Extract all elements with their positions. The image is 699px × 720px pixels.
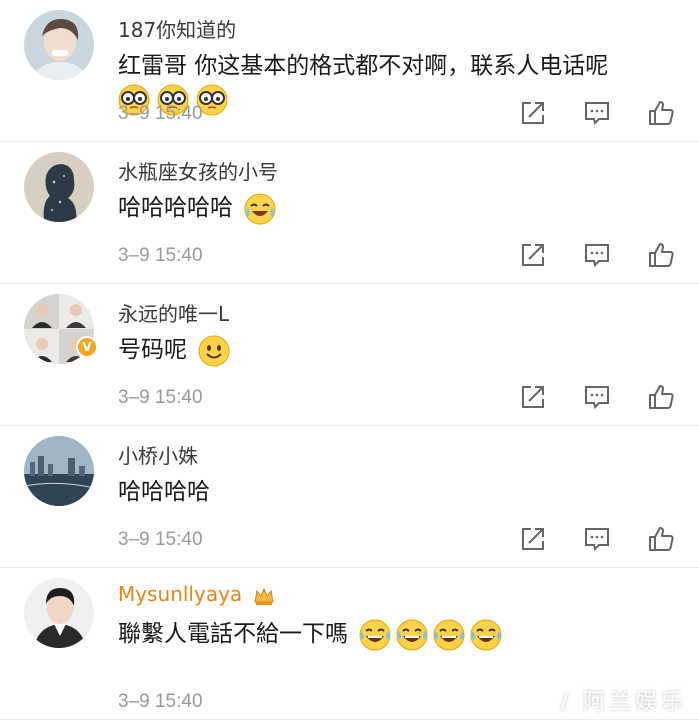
comment-text: 聯繫人電話不給一下嗎 — [118, 614, 502, 651]
share-button[interactable] — [517, 381, 549, 413]
timestamp: 3–9 15:40 — [118, 103, 203, 124]
laugh-tears-emoji-icon — [396, 619, 428, 650]
comment-text-content: 哈哈哈哈哈 — [118, 195, 233, 221]
username[interactable]: 小桥小姝 — [118, 440, 198, 469]
like-button[interactable] — [645, 381, 677, 413]
emoji-row — [244, 193, 276, 225]
comment-icon — [585, 528, 609, 551]
reply-button[interactable] — [581, 523, 613, 555]
laugh-tears-emoji-icon — [470, 619, 502, 650]
timestamp: 3–9 15:40 — [118, 691, 203, 712]
comment-actions — [517, 523, 677, 555]
thumbs-up-icon — [649, 101, 674, 125]
share-button[interactable] — [517, 523, 549, 555]
comment-actions — [517, 239, 677, 271]
comment-item: V 永远的唯一L 号码呢 3–9 15:40 — [0, 284, 699, 426]
comment-text-content: 聯繫人電話不給一下嗎 — [118, 621, 348, 647]
share-icon — [522, 528, 544, 550]
timestamp: 3–9 15:40 — [118, 387, 203, 408]
username[interactable]: Mysunllyaya — [118, 582, 275, 607]
vip-crown-icon — [253, 587, 274, 605]
comment-actions — [517, 381, 677, 413]
comment-item: 水瓶座女孩的小号 哈哈哈哈哈 3–9 15:40 — [0, 142, 699, 284]
reply-button[interactable] — [581, 97, 613, 129]
avatar[interactable] — [24, 436, 94, 506]
share-icon — [522, 244, 544, 266]
thumbs-up-icon — [649, 527, 674, 551]
username[interactable]: 187你知道的 — [118, 14, 236, 43]
comment-item: 187你知道的 红雷哥 你这基本的格式都不对啊，联系人电话呢 3–9 15:40 — [0, 0, 699, 142]
laugh-tears-emoji-icon — [359, 619, 391, 650]
comment-icon — [585, 386, 609, 409]
thumbs-up-icon — [649, 243, 674, 267]
watermark: / 阿兰娱乐 — [560, 690, 687, 715]
timestamp: 3–9 15:40 — [118, 245, 203, 266]
thumbs-up-icon — [649, 385, 674, 409]
like-button[interactable] — [645, 523, 677, 555]
share-icon — [522, 102, 544, 124]
laugh-tears-emoji-icon — [433, 619, 465, 650]
avatar[interactable] — [24, 152, 94, 222]
share-icon — [522, 386, 544, 408]
avatar[interactable] — [24, 578, 94, 648]
like-button[interactable] — [645, 97, 677, 129]
reply-button[interactable] — [581, 381, 613, 413]
share-button[interactable] — [517, 97, 549, 129]
reply-button[interactable] — [581, 239, 613, 271]
comment-text: 号码呢 — [118, 330, 230, 367]
comment-text: 红雷哥 你这基本的格式都不对啊，联系人电话呢 — [118, 53, 609, 79]
emoji-row — [198, 335, 230, 367]
username-text: Mysunllyaya — [118, 582, 243, 606]
comment-text: 哈哈哈哈哈 — [118, 188, 276, 225]
smile-emoji-icon — [198, 335, 230, 366]
like-button[interactable] — [645, 239, 677, 271]
username[interactable]: 永远的唯一L — [118, 298, 229, 327]
emoji-row — [359, 619, 502, 651]
comment-icon — [585, 102, 609, 125]
verified-badge: V — [76, 336, 98, 358]
comment-actions — [517, 97, 677, 129]
timestamp: 3–9 15:40 — [118, 529, 203, 550]
comment-text: 哈哈哈哈 — [118, 479, 210, 505]
avatar[interactable] — [24, 10, 94, 80]
username[interactable]: 水瓶座女孩的小号 — [118, 156, 278, 185]
share-button[interactable] — [517, 239, 549, 271]
comment-text-content: 号码呢 — [118, 337, 187, 363]
comment-item: 小桥小姝 哈哈哈哈 3–9 15:40 — [0, 426, 699, 568]
laugh-cry-emoji-icon — [244, 193, 276, 224]
comment-icon — [585, 244, 609, 267]
